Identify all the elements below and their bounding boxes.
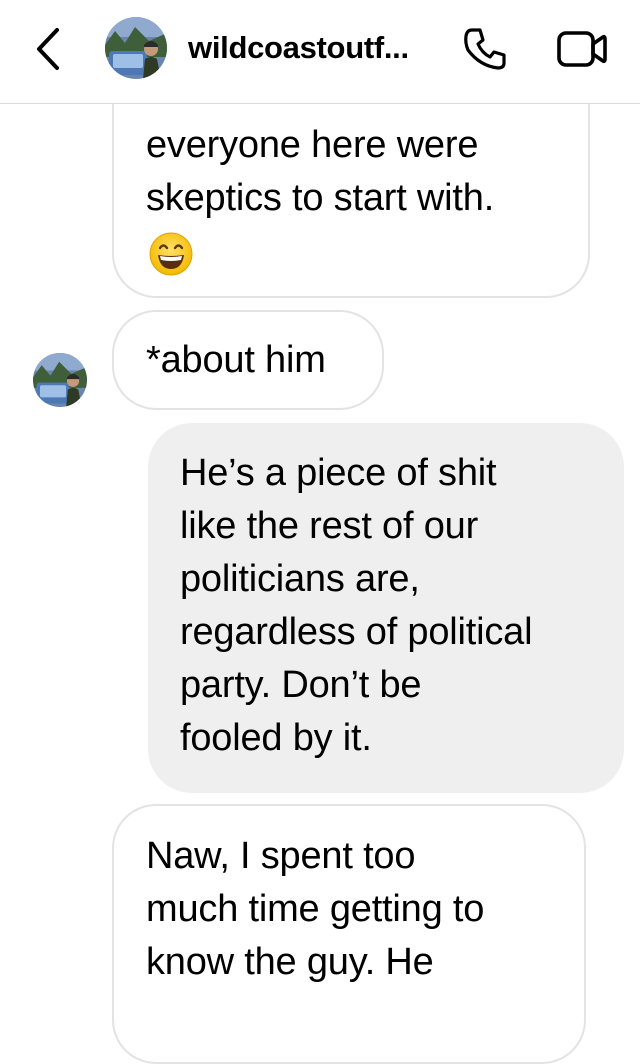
message-text-line: skeptics to start with. [146, 177, 495, 219]
grinning-face-emoji [146, 225, 588, 278]
message-text-line: know the guy. He [146, 941, 434, 983]
message-text-line: He’s a piece of shit [180, 452, 497, 494]
message-text-line: like the rest of our [180, 505, 479, 547]
sender-avatar[interactable] [33, 353, 87, 407]
message-text-line: party. Don’t be [180, 664, 422, 706]
video-camera-icon [557, 31, 607, 67]
incoming-message-bubble[interactable]: *about him [112, 310, 384, 410]
outgoing-message-bubble[interactable]: He’s a piece of shit like the rest of ou… [148, 423, 624, 793]
contact-username[interactable]: wildcoastoutf... [188, 30, 448, 66]
message-text-line: much time getting to [146, 888, 485, 930]
message-text-line: everyone here were [146, 124, 479, 166]
chat-header: wildcoastoutf... [0, 0, 640, 104]
message-text-line: fooled by it. [180, 717, 372, 759]
message-text-line: regardless of political [180, 611, 533, 653]
chevron-left-icon [37, 28, 59, 70]
audio-call-button[interactable] [458, 22, 512, 76]
video-call-button[interactable] [553, 22, 611, 76]
back-button[interactable] [26, 24, 70, 74]
message-text-line: Naw, I spent too [146, 835, 416, 877]
phone-icon [464, 28, 506, 70]
message-text-line: *about him [146, 339, 326, 381]
incoming-message-bubble[interactable]: Naw, I spent too much time getting to kn… [112, 804, 586, 1064]
contact-avatar[interactable] [105, 17, 167, 79]
message-text-line: politicians are, [180, 558, 420, 600]
